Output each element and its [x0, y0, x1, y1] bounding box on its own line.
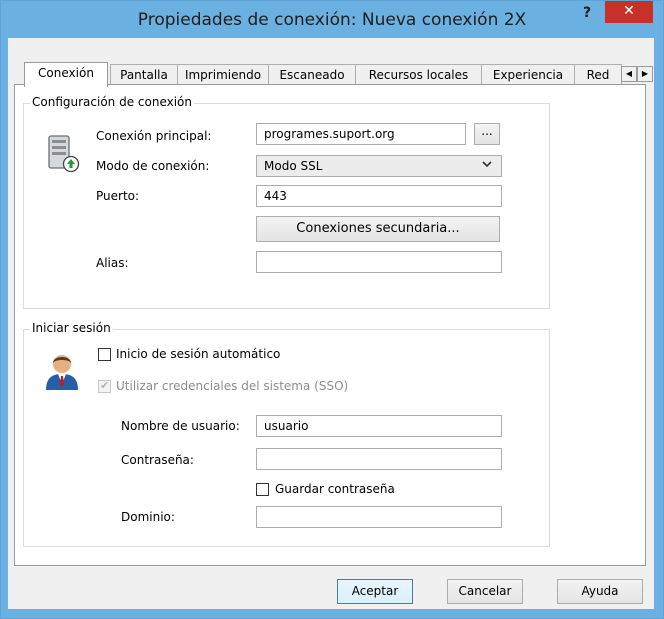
close-button[interactable]: ✕ [605, 1, 653, 23]
tab-panel-conexion: Configuración de conexión Conexión princ… [14, 84, 646, 566]
tab-recursos-locales[interactable]: Recursos locales [355, 64, 482, 85]
auto-login-checkbox[interactable] [98, 348, 111, 361]
close-icon[interactable]: ✕ [623, 3, 635, 19]
tab-pantalla[interactable]: Pantalla [110, 64, 178, 85]
connection-mode-select[interactable]: Modo SSL [256, 155, 502, 177]
cancel-button[interactable]: Cancelar [447, 579, 523, 604]
accept-button[interactable]: Aceptar [337, 579, 413, 604]
tab-escaneado[interactable]: Escaneado [268, 64, 356, 85]
port-label: Puerto: [96, 189, 140, 203]
title-bar[interactable]: Propiedades de conexión: Nueva conexión … [1, 1, 663, 39]
tab-experiencia[interactable]: Experiencia [481, 64, 575, 85]
save-password-checkbox[interactable] [256, 483, 269, 496]
username-input[interactable]: usuario [256, 415, 502, 437]
auto-login-label: Inicio de sesión automático [116, 347, 281, 361]
tab-red[interactable]: Red [574, 64, 622, 85]
secondary-connections-button[interactable]: Conexiones secundaria... [256, 216, 500, 242]
sso-checkbox [98, 379, 111, 393]
server-icon [46, 134, 82, 179]
password-label: Contraseña: [121, 453, 194, 467]
help-button[interactable]: Ayuda [557, 579, 643, 604]
connection-mode-label: Modo de conexión: [96, 159, 210, 173]
password-input[interactable] [256, 448, 502, 470]
alias-input[interactable] [256, 251, 502, 273]
alias-label: Alias: [96, 256, 129, 270]
domain-input[interactable] [256, 506, 502, 528]
main-connection-label: Conexión principal: [96, 129, 212, 143]
user-icon [44, 350, 80, 395]
tab-imprimiendo[interactable]: Imprimiendo [177, 64, 269, 85]
domain-label: Dominio: [121, 510, 175, 524]
window-title: Propiedades de conexión: Nueva conexión … [137, 10, 527, 30]
sso-label: Utilizar credenciales del sistema (SSO) [116, 379, 349, 393]
tab-scroll-right-icon[interactable]: ▶ [637, 66, 653, 82]
chevron-down-icon[interactable] [481, 158, 493, 173]
connection-mode-value: Modo SSL [264, 159, 323, 173]
username-label: Nombre de usuario: [121, 419, 240, 433]
tab-conexion-active[interactable]: Conexión [24, 62, 108, 87]
connection-config-group: Configuración de conexión Conexión princ… [23, 95, 550, 309]
login-legend: Iniciar sesión [30, 321, 113, 335]
save-password-label: Guardar contraseña [275, 482, 395, 496]
port-input[interactable]: 443 [256, 185, 502, 207]
login-group: Iniciar sesión Inicio de sesión automáti… [23, 321, 550, 547]
connection-config-legend: Configuración de conexión [30, 95, 195, 109]
help-title-button[interactable]: ? [575, 3, 599, 25]
browse-button[interactable]: ... [474, 123, 500, 145]
main-connection-input[interactable]: programes.suport.org [256, 123, 466, 145]
tab-scroll-left-icon[interactable]: ◀ [621, 66, 637, 82]
